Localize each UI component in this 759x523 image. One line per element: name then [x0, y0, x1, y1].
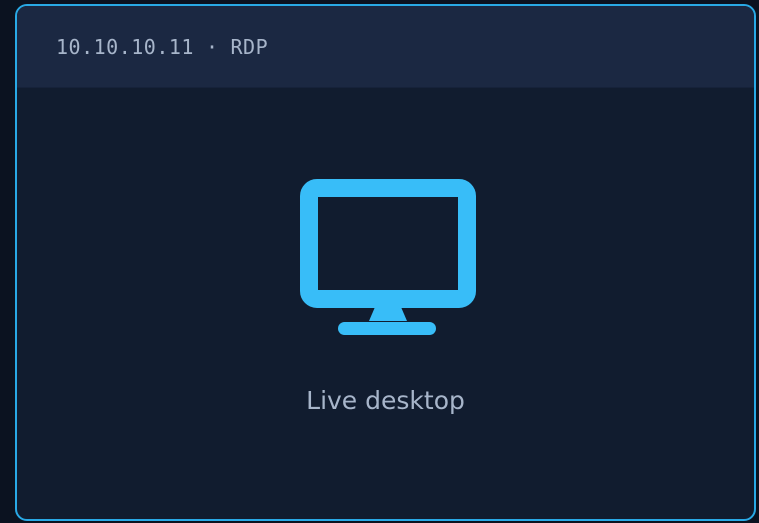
connection-label: 10.10.10.11 · RDP: [56, 35, 268, 59]
separator-dot: ·: [205, 34, 219, 59]
remote-session-card[interactable]: 10.10.10.11 · RDP Live desktop: [15, 4, 756, 521]
monitor-icon: [300, 179, 476, 335]
host-address: 10.10.10.11: [56, 34, 194, 59]
protocol-label: RDP: [230, 34, 269, 59]
session-header: 10.10.10.11 · RDP: [17, 6, 754, 88]
live-desktop-label: Live desktop: [306, 386, 465, 415]
